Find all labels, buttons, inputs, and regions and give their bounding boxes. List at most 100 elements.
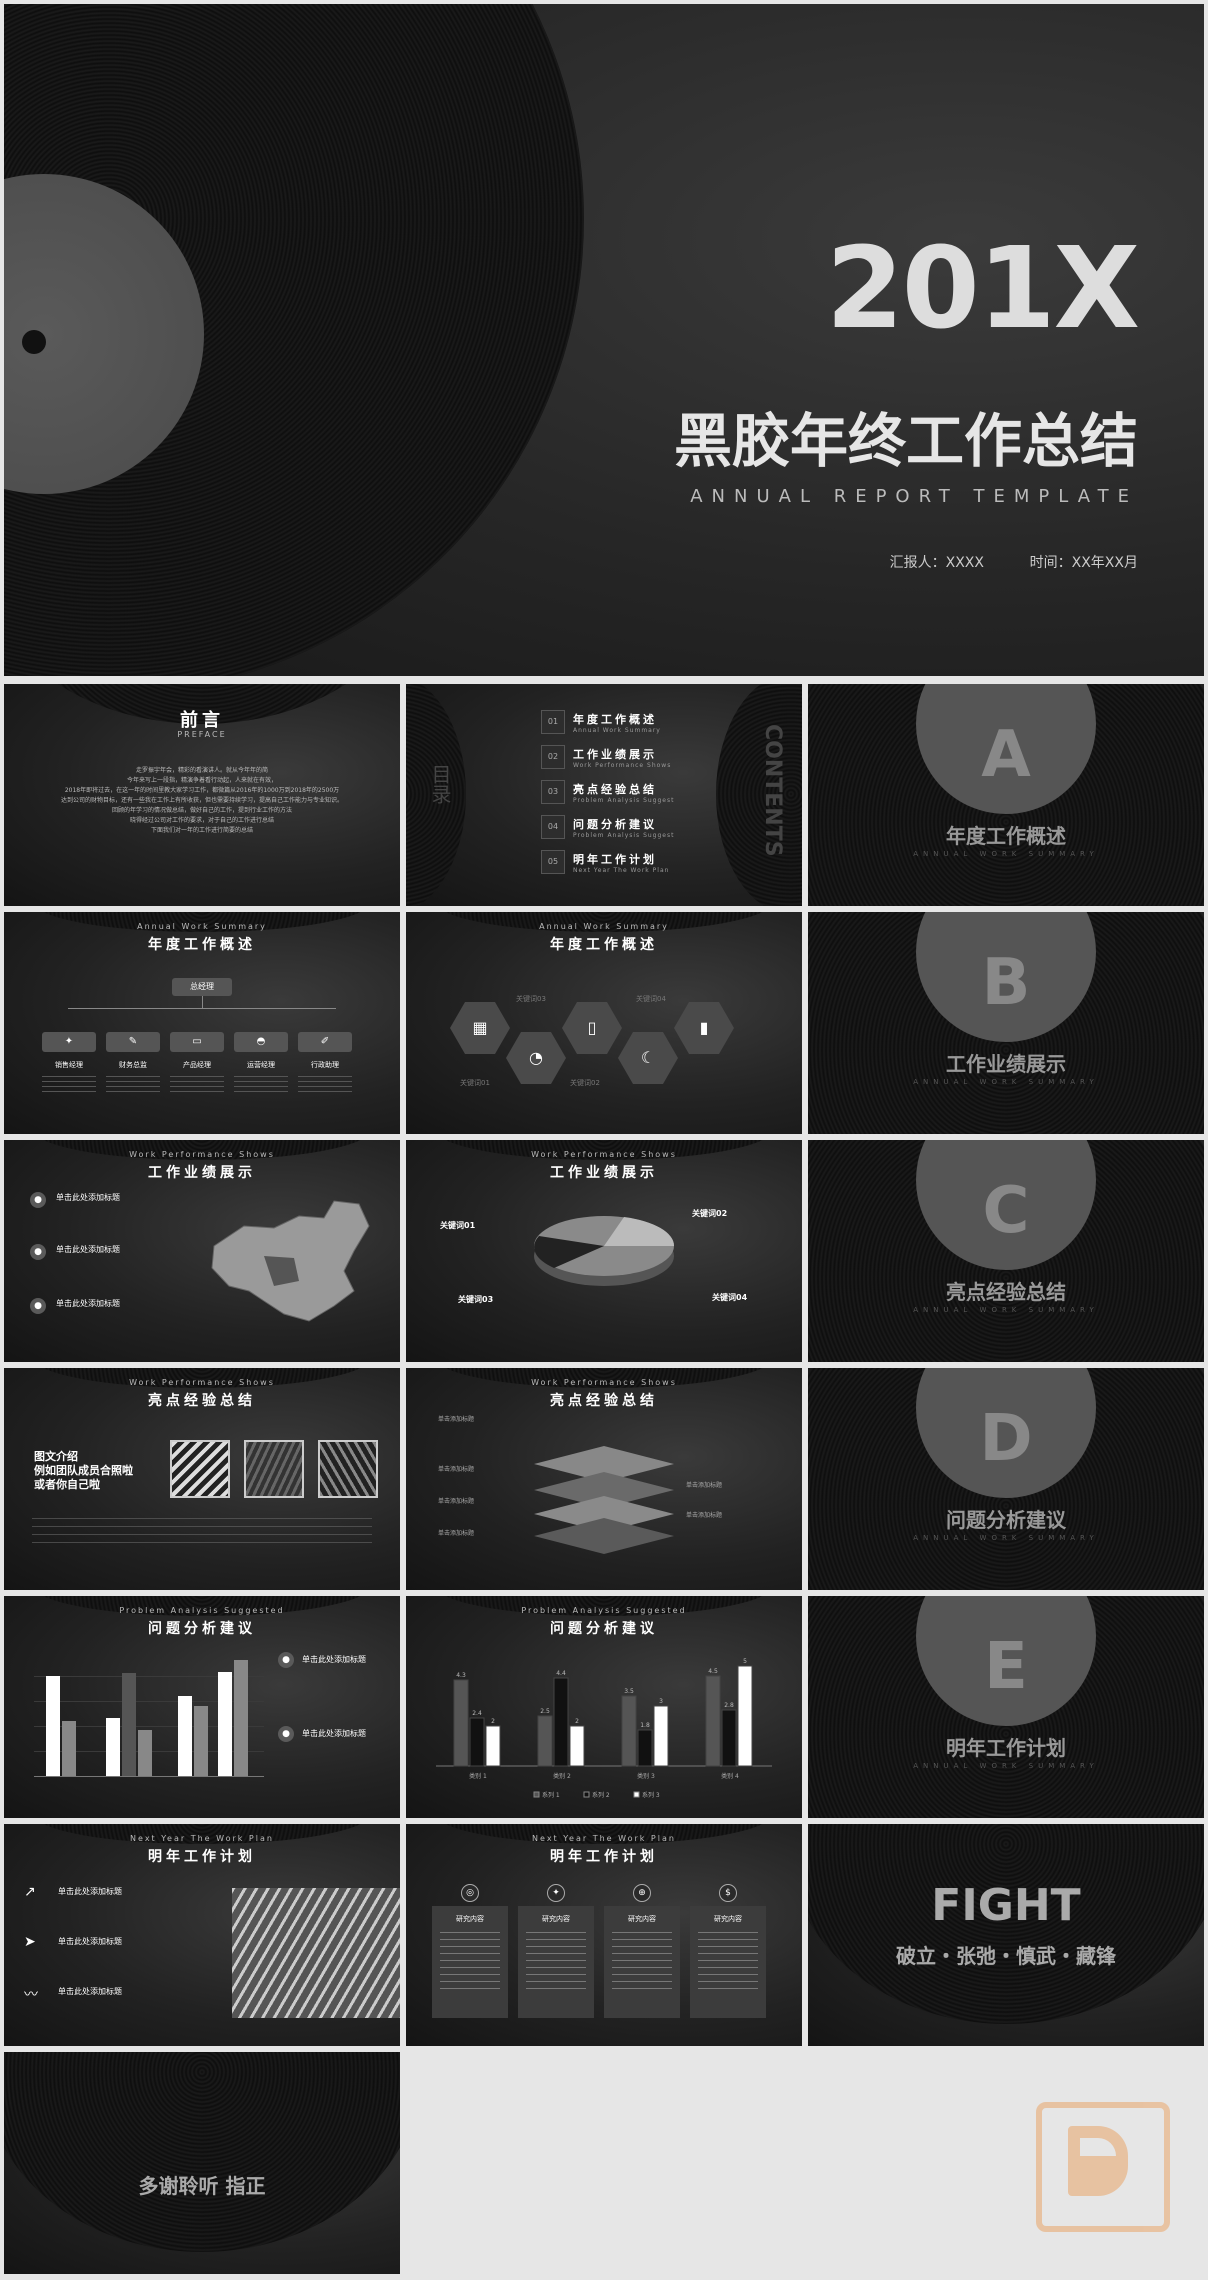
- contents-en: Work Performance Shows: [573, 762, 672, 769]
- legend-label: 系列 1: [542, 1791, 560, 1799]
- bar: [569, 1725, 585, 1767]
- record-hole: [22, 330, 46, 354]
- data-label: 2.4: [472, 1710, 482, 1717]
- section-en: ANNUAL WORK SUMMARY: [913, 1762, 1099, 1770]
- preface-title: 前言: [180, 710, 224, 731]
- globe-icon: ⊕: [633, 1884, 651, 1902]
- legend-swatch: [633, 1791, 640, 1798]
- map-slide: Work Performance Shows 工作业绩展示 ● 单击此处添加标题…: [4, 1140, 400, 1362]
- contents-en: Problem Analysis Suggest: [573, 832, 675, 839]
- plan-card: ⊕ 研究内容: [604, 1884, 680, 2018]
- bar-item-2: 单击此处添加标题: [302, 1729, 366, 1738]
- bar-chart-icon: ▮: [699, 1018, 709, 1037]
- pen-icon: ✎: [106, 1032, 160, 1052]
- slide-en: Problem Analysis Suggested: [521, 1606, 687, 1615]
- slide-title: 问题分析建议: [148, 1621, 256, 1637]
- org-node-label: 产品经理: [183, 1061, 211, 1069]
- section-en: ANNUAL WORK SUMMARY: [913, 1078, 1099, 1086]
- brush-icon: ✐: [298, 1032, 352, 1052]
- plan-card: ✦ 研究内容: [518, 1884, 594, 2018]
- phone-icon: ▯: [587, 1018, 597, 1037]
- contents-number: 01: [541, 710, 565, 734]
- org-node-desc: [42, 1076, 96, 1094]
- layer-label-1: 单击添加标题: [438, 1416, 475, 1423]
- section-title: 明年工作计划: [946, 1736, 1066, 1760]
- clustered-bar-chart: 4.3 2.4 2 类别 1 2.5 4.4 2 类别 2 3.5 1.8 3 类别 3 4.5 2.8 5…: [436, 1658, 772, 1799]
- target-icon: ◎: [461, 1884, 479, 1902]
- bulb-icon: ✦: [547, 1884, 565, 1902]
- slide-en: Next Year The Work Plan: [130, 1834, 274, 1843]
- contents-en: Problem Analysis Suggest: [573, 797, 675, 804]
- cursor-icon: ➤: [24, 1934, 36, 1950]
- cover-year: 201X: [825, 224, 1140, 354]
- preface-en: PREFACE: [177, 730, 227, 739]
- legend-swatch: [533, 1791, 540, 1798]
- contents-item[interactable]: 01 年度工作概述 Annual Work Summary: [541, 710, 711, 740]
- legend-label: 系列 2: [592, 1791, 610, 1799]
- layer-stack-graphic: [534, 1446, 674, 1554]
- plan-card-title: 研究内容: [542, 1915, 570, 1923]
- bar: [138, 1730, 152, 1776]
- mouse-icon: ◔: [529, 1048, 543, 1067]
- legend-swatch: [583, 1791, 590, 1798]
- contents-item[interactable]: 03 亮点经验总结 Problem Analysis Suggest: [541, 780, 711, 810]
- section-title: 亮点经验总结: [946, 1280, 1066, 1304]
- bar: [705, 1675, 721, 1767]
- slide-en: Work Performance Shows: [129, 1378, 275, 1387]
- org-node-desc: [298, 1076, 352, 1094]
- category-label: 类别 1: [469, 1772, 487, 1780]
- section-d-slide: D 问题分析建议 ANNUAL WORK SUMMARY: [808, 1368, 1204, 1590]
- mini-bar-chart: [34, 1652, 264, 1777]
- hex-moon: ☾: [618, 1032, 678, 1084]
- map-item-1: 单击此处添加标题: [56, 1193, 120, 1202]
- preface-line: 回顾的年学习的情况做总结，做好自己的工作，提到行业工作的方法: [111, 807, 292, 814]
- category-label: 类别 4: [721, 1772, 739, 1780]
- contents-cn: 问题分析建议: [573, 818, 657, 831]
- contents-item[interactable]: 04 问题分析建议 Problem Analysis Suggest: [541, 815, 711, 845]
- bar: [194, 1706, 208, 1776]
- category-label: 类别 3: [637, 1772, 655, 1780]
- plan-card-text: [612, 1932, 672, 1992]
- org-node: ✐ 行政助理: [298, 1032, 352, 1094]
- bar: [737, 1665, 753, 1767]
- location-icon: ●: [30, 1244, 46, 1260]
- thanks-text: 多谢聆听 指正: [138, 2174, 266, 2198]
- fight-motto: 破立・张弛・慎武・藏锋: [896, 1944, 1116, 1968]
- slide-title: 工作业绩展示: [148, 1165, 256, 1181]
- preface-line: 下面我们对一年的工作进行简要的总结: [150, 827, 253, 834]
- line-chart-icon: 〰: [24, 1987, 38, 2003]
- data-label: 4.3: [456, 1672, 466, 1679]
- org-node-desc: [106, 1076, 160, 1094]
- preface-slide: 前言 PREFACE 走罗振宇年会，精彩的看演讲人。就从今年年的简 今年来写上一段…: [4, 684, 400, 906]
- location-icon: ●: [30, 1192, 46, 1208]
- contents-item[interactable]: 05 明年工作计划 Next Year The Work Plan: [541, 850, 711, 880]
- section-title: 问题分析建议: [946, 1508, 1066, 1532]
- plan-card-title: 研究内容: [714, 1915, 742, 1923]
- bar: [721, 1709, 737, 1767]
- hex-key-2: 关键词02: [570, 1079, 600, 1087]
- bar: [653, 1705, 669, 1767]
- hex-slide: Annual Work Summary 年度工作概述 ▦ ◔ ▯ ☾ ▮ 关键词…: [406, 912, 802, 1134]
- pie-3d-graphic: [534, 1216, 675, 1286]
- bar: [106, 1718, 120, 1776]
- contents-item[interactable]: 02 工作业绩展示 Work Performance Shows: [541, 745, 711, 775]
- contents-number: 04: [541, 815, 565, 839]
- data-label: 5: [743, 1658, 747, 1665]
- bar: [122, 1673, 136, 1776]
- plan-card-text: [698, 1932, 758, 1992]
- preface-line: 2018年即将过去，在这一年的时间里教大家学习工作，都微篇从2016年的1000…: [64, 787, 340, 794]
- data-label: 1.8: [640, 1722, 650, 1729]
- building-photo: [232, 1888, 400, 2018]
- bar: [218, 1672, 232, 1776]
- watermark-logo: [1036, 2102, 1170, 2232]
- org-root: 总经理: [172, 978, 232, 996]
- fight-slide: FIGHT 破立・张弛・慎武・藏锋: [808, 1824, 1204, 2046]
- org-node: ✦ 销售经理: [42, 1032, 96, 1094]
- chart-up-icon: ↗: [24, 1884, 36, 1900]
- bar: [453, 1679, 469, 1767]
- pie-key-3: 关键词03: [458, 1295, 494, 1304]
- data-label: 2: [491, 1718, 495, 1725]
- org-node-label: 销售经理: [55, 1061, 83, 1069]
- contents-slide: 目录 CONTENTS 01 年度工作概述 Annual Work Summary 0…: [406, 684, 802, 906]
- plan-card-title: 研究内容: [456, 1915, 484, 1923]
